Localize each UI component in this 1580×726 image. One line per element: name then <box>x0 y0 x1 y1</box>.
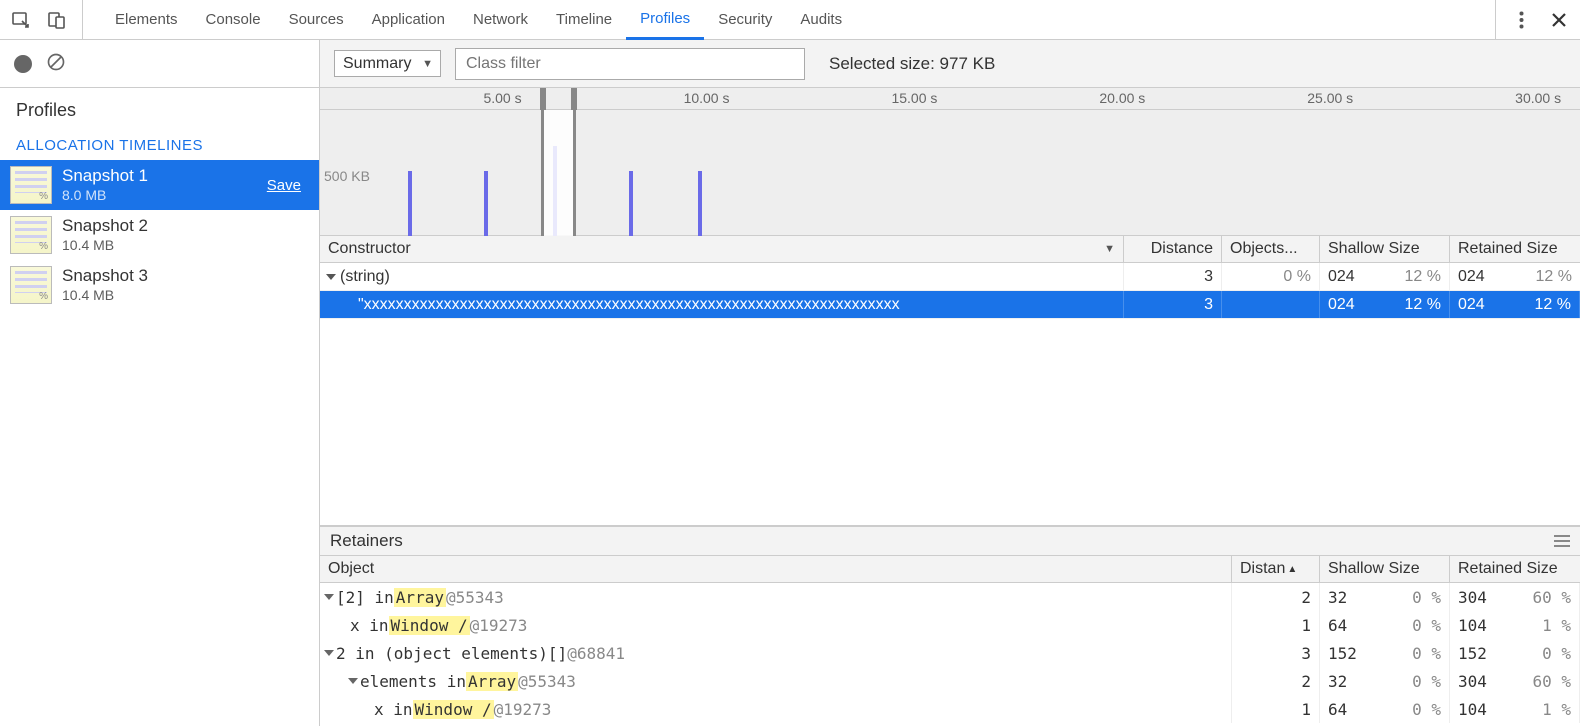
device-toggle-icon[interactable] <box>46 9 68 31</box>
view-select[interactable]: Summary <box>334 50 441 77</box>
selected-size-label: Selected size: 977 KB <box>829 54 995 74</box>
col-objects[interactable]: Objects... <box>1222 236 1320 262</box>
snapshot-size: 10.4 MB <box>62 237 148 254</box>
snapshot-item[interactable]: Snapshot 1 8.0 MB Save <box>0 160 319 210</box>
timeline-selection[interactable] <box>541 110 576 236</box>
clear-icon[interactable] <box>46 52 66 76</box>
allocation-bar <box>408 171 412 236</box>
tab-console[interactable]: Console <box>192 0 275 40</box>
snapshot-size: 8.0 MB <box>62 187 148 204</box>
snapshot-item[interactable]: Snapshot 3 10.4 MB <box>0 260 319 310</box>
col-constructor[interactable]: Constructor▼ <box>320 236 1124 262</box>
ruler-tick: 10.00 s <box>684 90 730 106</box>
close-icon[interactable] <box>1548 9 1570 31</box>
sidebar-heading: Profiles <box>0 88 319 127</box>
timeline-ylabel: 500 KB <box>324 168 370 184</box>
ruler-tick: 25.00 s <box>1307 90 1353 106</box>
sidebar-subheading: ALLOCATION TIMELINES <box>0 127 319 160</box>
col-retained[interactable]: Retained Size <box>1450 236 1580 262</box>
tab-application[interactable]: Application <box>358 0 459 40</box>
tab-audits[interactable]: Audits <box>786 0 856 40</box>
tab-network[interactable]: Network <box>459 0 542 40</box>
snapshot-name: Snapshot 3 <box>62 266 148 286</box>
constructor-row[interactable]: (string) 3 0 % 02412 % 02412 % <box>320 263 1580 291</box>
snapshot-item[interactable]: Snapshot 2 10.4 MB <box>0 210 319 260</box>
retainer-row[interactable]: 2 in (object elements)[] @68841 3 1520 %… <box>320 639 1580 667</box>
tab-timeline[interactable]: Timeline <box>542 0 626 40</box>
constructor-row[interactable]: "xxxxxxxxxxxxxxxxxxxxxxxxxxxxxxxxxxxxxxx… <box>320 291 1580 319</box>
kebab-menu-icon[interactable] <box>1510 9 1532 31</box>
allocation-bar <box>629 171 633 236</box>
retainer-row[interactable]: x in Window / @19273 1 640 % 1041 % <box>320 695 1580 723</box>
tab-elements[interactable]: Elements <box>101 0 192 40</box>
snapshot-icon <box>10 266 52 304</box>
col-ret-retained[interactable]: Retained Size <box>1450 556 1580 582</box>
snapshot-icon <box>10 216 52 254</box>
ruler-tick: 20.00 s <box>1099 90 1145 106</box>
snapshot-name: Snapshot 1 <box>62 166 148 186</box>
col-object[interactable]: Object <box>320 556 1232 582</box>
snapshot-save-link[interactable]: Save <box>267 177 309 194</box>
allocation-bar <box>698 171 702 236</box>
ruler-tick: 30.00 s <box>1515 90 1561 106</box>
retainer-row[interactable]: x in Window / @19273 1 640 % 1041 % <box>320 611 1580 639</box>
record-button[interactable] <box>14 55 32 73</box>
tab-profiles[interactable]: Profiles <box>626 0 704 40</box>
tab-security[interactable]: Security <box>704 0 786 40</box>
allocation-bar <box>484 171 488 236</box>
allocation-timeline[interactable]: 5.00 s 10.00 s 15.00 s 20.00 s 25.00 s 30.00 … <box>320 88 1580 236</box>
retainers-title: Retainers <box>330 531 403 551</box>
retainers-menu-icon[interactable] <box>1554 535 1570 547</box>
col-ret-shallow[interactable]: Shallow Size <box>1320 556 1450 582</box>
snapshot-size: 10.4 MB <box>62 287 148 304</box>
ruler-tick: 5.00 s <box>483 90 521 106</box>
col-shallow[interactable]: Shallow Size <box>1320 236 1450 262</box>
tab-sources[interactable]: Sources <box>275 0 358 40</box>
retainer-row[interactable]: [2] in Array @55343 2 320 % 30460 % <box>320 583 1580 611</box>
ruler-tick: 15.00 s <box>891 90 937 106</box>
inspect-icon[interactable] <box>10 9 32 31</box>
col-ret-distance[interactable]: Distan▲ <box>1232 556 1320 582</box>
snapshot-icon <box>10 166 52 204</box>
retainer-row[interactable]: elements in Array @55343 2 320 % 30460 % <box>320 667 1580 695</box>
snapshot-name: Snapshot 2 <box>62 216 148 236</box>
class-filter-input[interactable] <box>455 48 805 80</box>
col-distance[interactable]: Distance <box>1124 236 1222 262</box>
